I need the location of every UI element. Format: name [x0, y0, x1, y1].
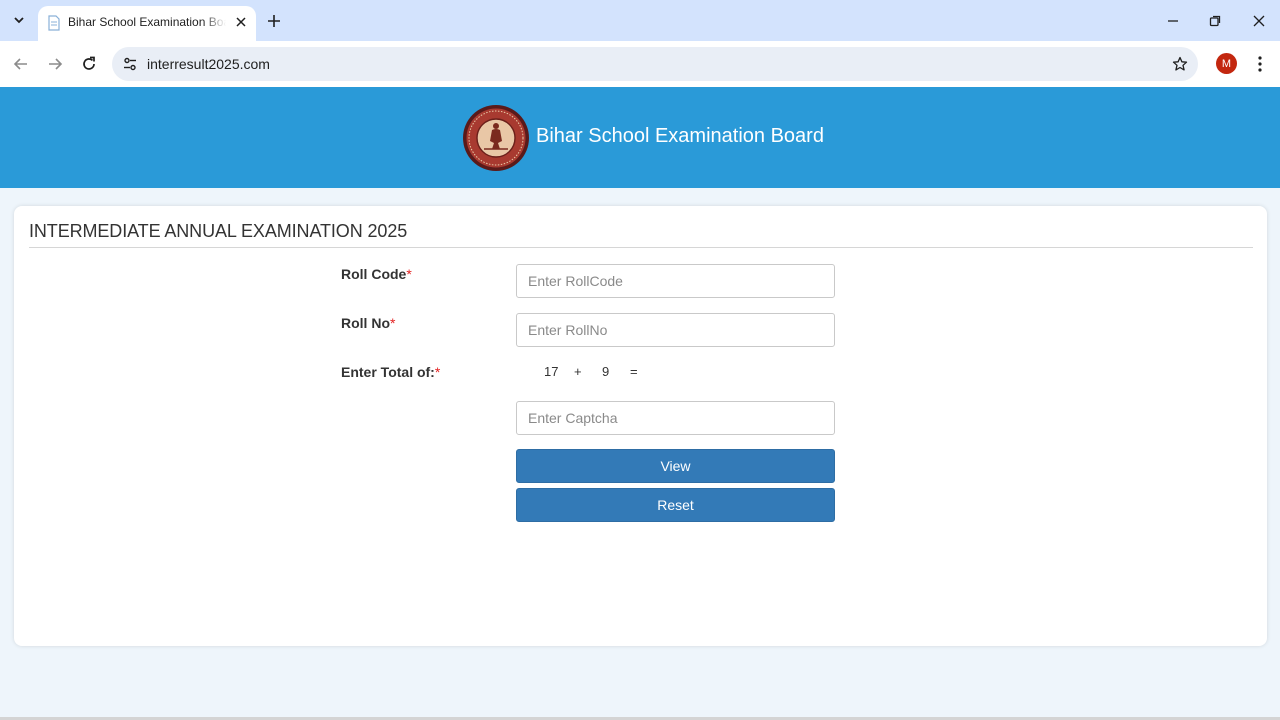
board-logo	[463, 105, 529, 171]
roll-code-label: Roll Code*	[341, 266, 412, 282]
restore-icon[interactable]	[1204, 10, 1226, 32]
result-form-card: INTERMEDIATE ANNUAL EXAMINATION 2025 Rol…	[14, 206, 1267, 646]
plus-icon[interactable]	[263, 10, 285, 32]
site-header: Bihar School Examination Board	[0, 87, 1280, 188]
site-title: Bihar School Examination Board	[536, 125, 824, 147]
captcha-operator: +	[574, 364, 582, 379]
roll-no-label-text: Roll No	[341, 315, 390, 331]
browser-tab[interactable]: Bihar School Examination Board	[38, 6, 256, 41]
page-content: Bihar School Examination Board INTERMEDI…	[0, 87, 1280, 720]
browser-toolbar: interresult2025.com M	[0, 41, 1280, 87]
captcha-operand-a: 17	[544, 364, 559, 379]
captcha-label: Enter Total of:*	[341, 364, 440, 380]
close-icon[interactable]	[232, 13, 250, 31]
page-title: INTERMEDIATE ANNUAL EXAMINATION 2025	[29, 221, 408, 241]
tab-title: Bihar School Examination Board	[68, 15, 226, 29]
minimize-icon[interactable]	[1162, 10, 1184, 32]
roll-code-input[interactable]	[516, 264, 835, 298]
captcha-equals: =	[630, 364, 638, 379]
browser-tab-strip: Bihar School Examination Board	[0, 0, 1280, 41]
required-mark: *	[434, 364, 441, 380]
required-mark: *	[390, 315, 396, 331]
reload-icon[interactable]	[77, 52, 101, 76]
roll-no-label: Roll No*	[341, 315, 395, 331]
chevron-down-icon[interactable]	[8, 9, 30, 31]
tune-icon[interactable]	[121, 55, 139, 73]
reset-button[interactable]: Reset	[516, 488, 835, 522]
roll-code-label-text: Roll Code	[341, 266, 407, 282]
roll-no-input[interactable]	[516, 313, 835, 347]
captcha-input[interactable]	[516, 401, 835, 435]
close-icon[interactable]	[1248, 10, 1270, 32]
star-icon[interactable]	[1170, 54, 1190, 74]
captcha-operand-b: 9	[602, 364, 610, 379]
required-mark: *	[406, 266, 412, 282]
arrow-right-icon[interactable]	[43, 52, 67, 76]
view-button[interactable]: View	[516, 449, 835, 483]
url-text[interactable]: interresult2025.com	[147, 56, 270, 72]
page-icon	[47, 15, 61, 31]
captcha-label-text: Enter Total of:	[341, 364, 435, 380]
address-bar[interactable]: interresult2025.com	[112, 47, 1198, 81]
divider	[29, 247, 1253, 248]
arrow-left-icon[interactable]	[9, 52, 33, 76]
profile-avatar[interactable]: M	[1216, 53, 1237, 74]
more-vert-icon[interactable]	[1250, 53, 1270, 75]
captcha-question: 17 +9 =	[544, 364, 638, 379]
